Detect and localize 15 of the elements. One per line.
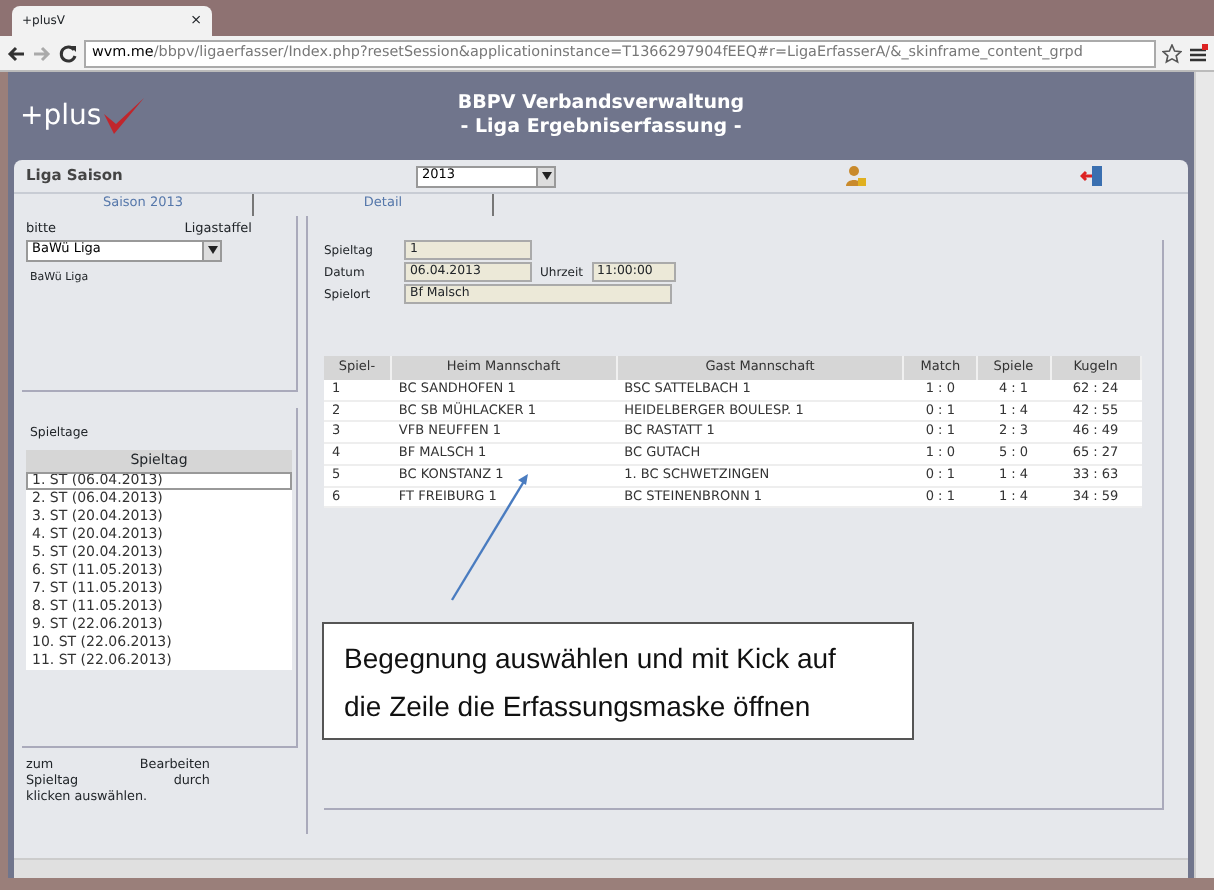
user-lock-icon[interactable] — [844, 164, 868, 188]
logo-text: +plus — [20, 98, 102, 136]
exit-door-icon[interactable] — [1080, 164, 1104, 188]
horizontal-scrollbar[interactable] — [14, 858, 1188, 878]
caret-icon — [541, 172, 551, 180]
star-icon[interactable] — [1162, 43, 1182, 63]
vertical-scrollbar[interactable] — [1194, 72, 1214, 878]
reload-icon[interactable] — [58, 43, 78, 63]
back-arrow-icon[interactable] — [6, 43, 26, 63]
menu-icon[interactable] — [1188, 43, 1208, 63]
caret-icon — [207, 246, 217, 255]
callout-note: Begegnung auswählen und mit Kick auf die Zeile die Erfassungsmaske öffnen — [322, 622, 914, 740]
checkmark-logo-icon — [101, 94, 146, 138]
page-title: - Liga Ergebniserfassung - — [458, 116, 744, 140]
page-title: BBPV Verbandsverwaltung — [455, 92, 747, 116]
